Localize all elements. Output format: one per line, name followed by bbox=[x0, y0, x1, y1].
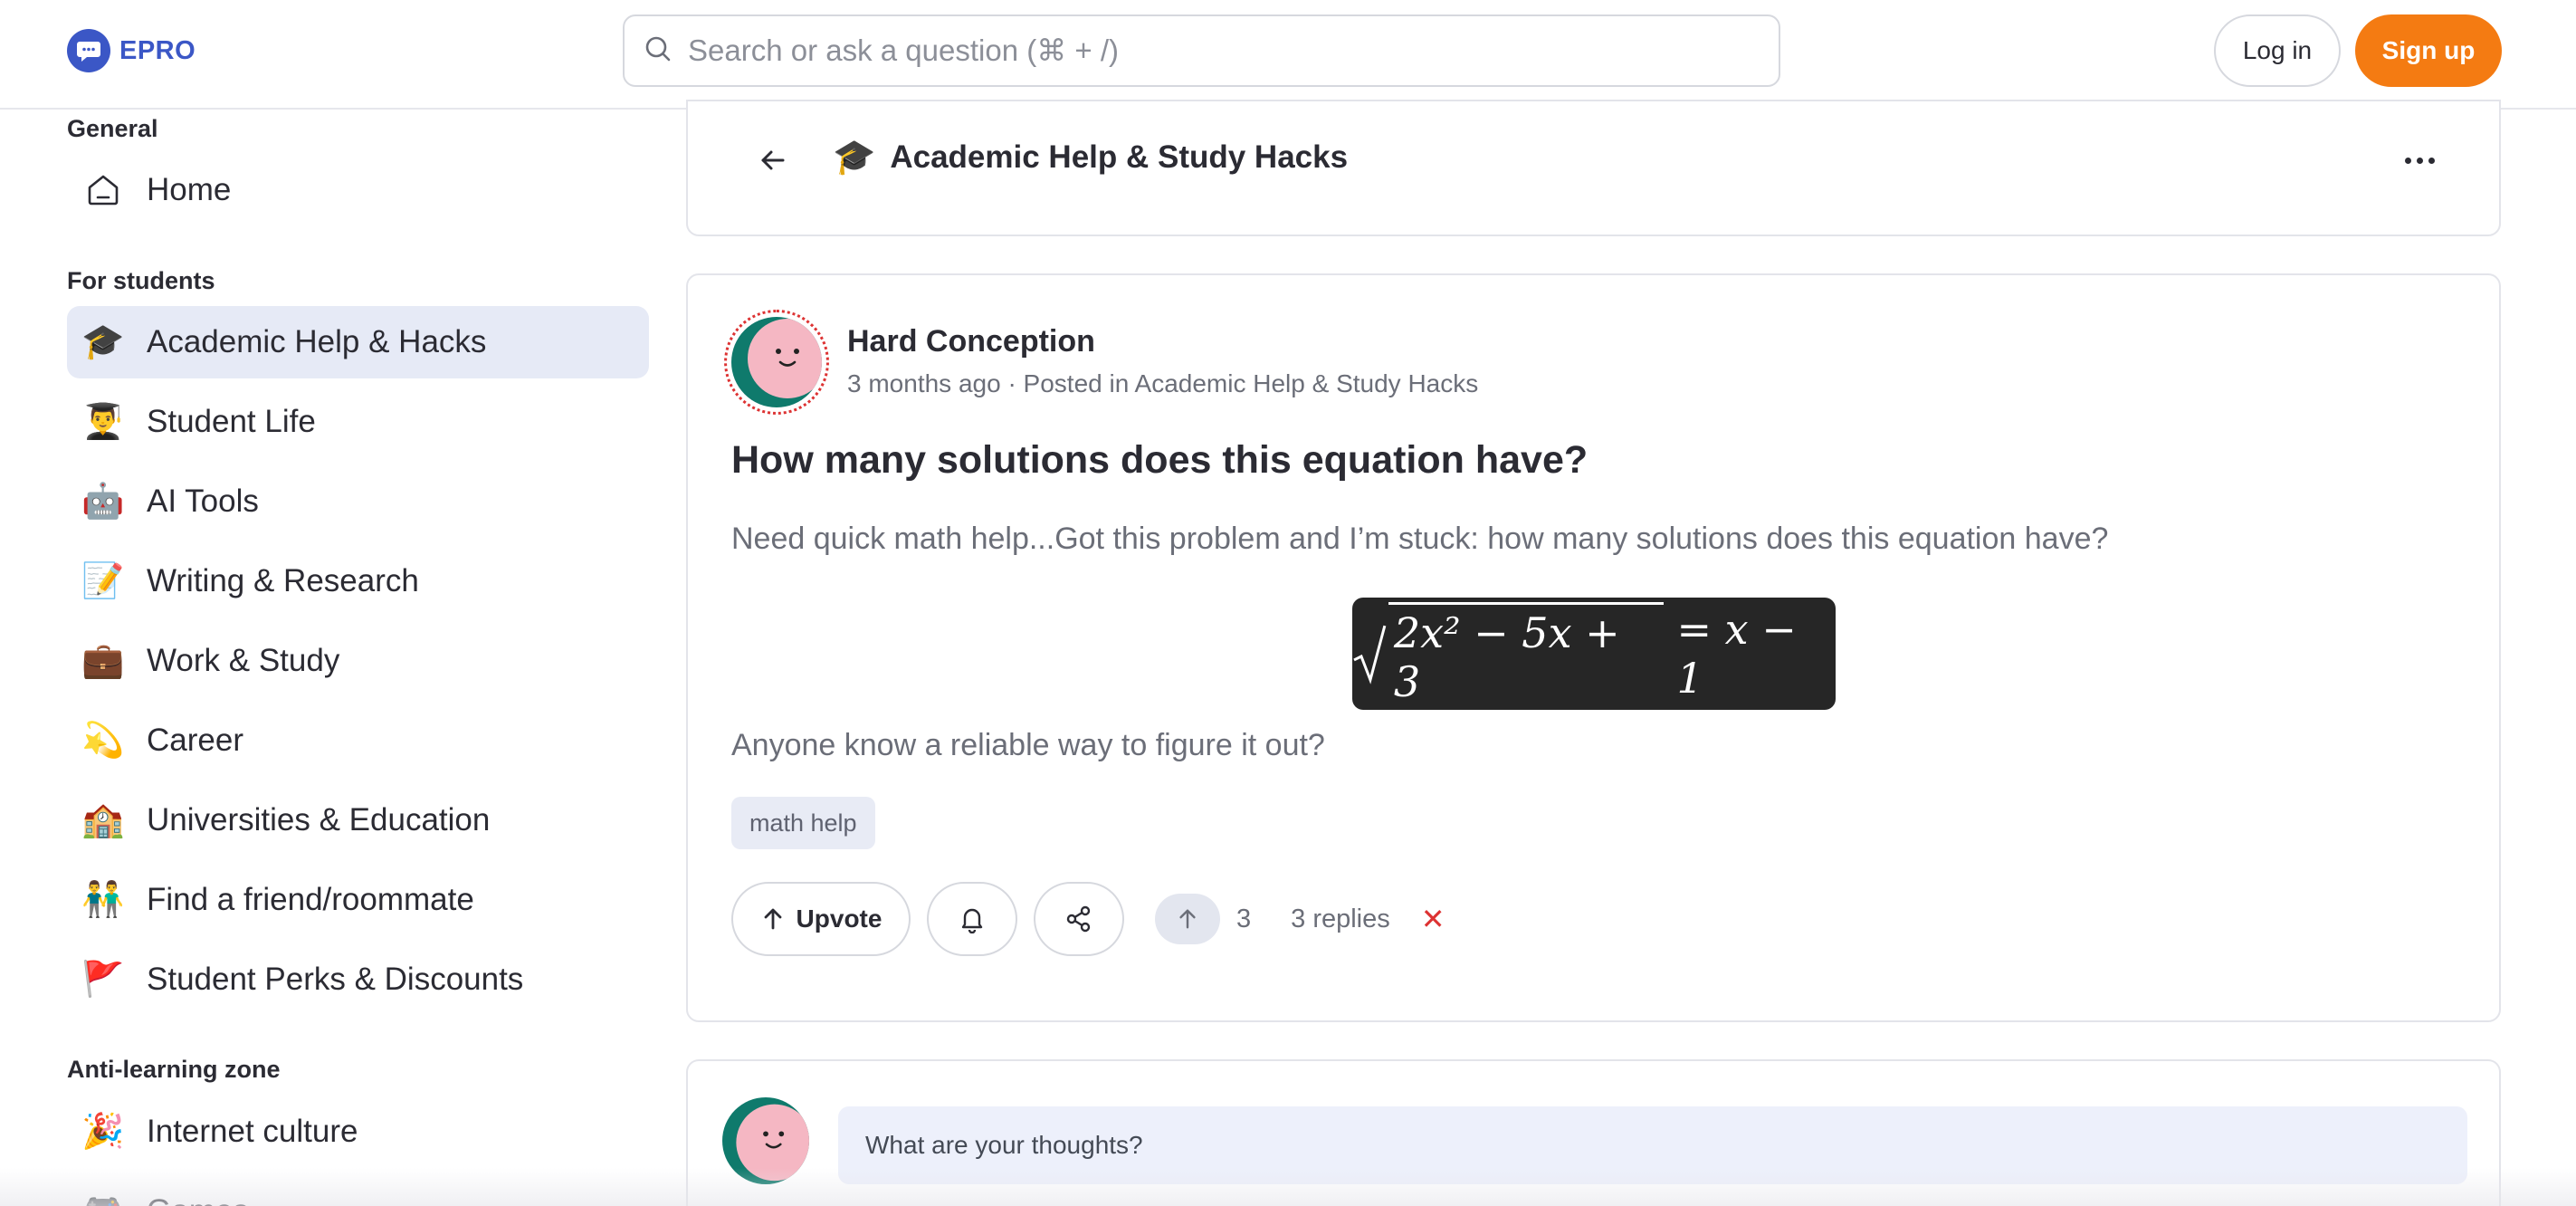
student-icon: 👨‍🎓 bbox=[81, 403, 125, 441]
sidebar-item-label: Home bbox=[147, 172, 232, 207]
post-body-followup: Anyone know a reliable way to figure it … bbox=[731, 728, 1325, 762]
share-icon bbox=[1066, 905, 1091, 933]
arrow-up-icon bbox=[764, 908, 781, 930]
sidebar-item-ai-tools[interactable]: 🤖 AI Tools bbox=[67, 465, 649, 538]
sidebar-item-work-study[interactable]: 💼 Work & Study bbox=[67, 625, 649, 697]
equation-rhs: = x − 1 bbox=[1676, 605, 1797, 703]
logo-chat-icon bbox=[67, 29, 110, 72]
user-avatar bbox=[722, 1097, 809, 1184]
more-options-icon[interactable] bbox=[2394, 135, 2445, 186]
search-icon bbox=[644, 35, 672, 67]
school-icon: 🏫 bbox=[81, 801, 125, 839]
comment-composer bbox=[686, 1059, 2501, 1206]
sidebar-item-home[interactable]: Home bbox=[67, 154, 649, 226]
dizzy-star-icon: 💫 bbox=[81, 722, 125, 760]
sidebar-item-label: Academic Help & Hacks bbox=[147, 324, 487, 359]
sidebar-item-label: Work & Study bbox=[147, 643, 340, 678]
sidebar-section-anti-learning: Anti-learning zone bbox=[67, 1056, 281, 1083]
two-people-icon: 👬 bbox=[81, 881, 125, 919]
graduation-cap-icon: 🎓 bbox=[833, 139, 876, 177]
sidebar-section-students: For students bbox=[67, 267, 215, 294]
login-button[interactable]: Log in bbox=[2214, 14, 2341, 87]
robot-icon: 🤖 bbox=[81, 483, 125, 521]
bell-icon bbox=[961, 908, 983, 933]
equation-image: 2x² − 5x + 3 = x − 1 bbox=[1352, 598, 1836, 710]
home-icon bbox=[81, 168, 125, 212]
post-meta: 3 months ago · Posted in Academic Help &… bbox=[847, 369, 1479, 397]
vote-indicator[interactable] bbox=[1155, 894, 1220, 944]
replies-link[interactable]: 3 replies bbox=[1291, 904, 1390, 934]
sidebar-item-label: Universities & Education bbox=[147, 802, 491, 838]
comment-input[interactable] bbox=[838, 1106, 2467, 1184]
post-actions: Upvote 3 3 replies ✕ bbox=[731, 882, 1445, 956]
sidebar-item-academic-help[interactable]: 🎓 Academic Help & Hacks bbox=[67, 306, 649, 378]
logo-text: EPRO bbox=[119, 35, 196, 65]
sidebar-item-student-perks[interactable]: 🚩 Student Perks & Discounts bbox=[67, 943, 649, 1016]
sidebar-item-label: Writing & Research bbox=[147, 563, 419, 598]
briefcase-icon: 💼 bbox=[81, 642, 125, 680]
vote-count: 3 bbox=[1236, 904, 1252, 933]
square-root-sign bbox=[1353, 625, 1387, 684]
sidebar-section-general: General bbox=[67, 115, 158, 142]
community-title: 🎓 Academic Help & Study Hacks bbox=[833, 138, 1348, 177]
author-avatar[interactable] bbox=[724, 310, 829, 415]
logo[interactable]: EPRO bbox=[67, 29, 196, 72]
search-bar[interactable] bbox=[623, 14, 1780, 87]
sidebar-item-label: Games bbox=[147, 1193, 249, 1206]
sidebar-item-career[interactable]: 💫 Career bbox=[67, 704, 649, 777]
arrow-up-icon bbox=[1179, 909, 1196, 929]
upvote-button[interactable]: Upvote bbox=[731, 882, 911, 956]
sidebar-item-label: AI Tools bbox=[147, 483, 259, 519]
sidebar: General Home For students 🎓 Academic Hel… bbox=[0, 110, 670, 1206]
sidebar-item-universities[interactable]: 🏫 Universities & Education bbox=[67, 784, 649, 857]
share-button[interactable] bbox=[1034, 882, 1124, 956]
top-bar: EPRO Log in Sign up bbox=[0, 0, 2576, 110]
sidebar-item-find-friend[interactable]: 👬 Find a friend/roommate bbox=[67, 864, 649, 936]
back-arrow-icon[interactable] bbox=[748, 135, 798, 186]
sidebar-item-label: Internet culture bbox=[147, 1114, 358, 1149]
sidebar-item-label: Student Life bbox=[147, 404, 316, 439]
search-input[interactable] bbox=[688, 34, 1729, 68]
sidebar-item-label: Student Perks & Discounts bbox=[147, 962, 524, 997]
sidebar-item-internet-culture[interactable]: 🎉 Internet culture bbox=[67, 1096, 649, 1168]
party-popper-icon: 🎉 bbox=[81, 1113, 125, 1151]
sidebar-item-games[interactable]: 🎮 Games bbox=[67, 1175, 649, 1206]
sidebar-item-label: Find a friend/roommate bbox=[147, 882, 474, 917]
sidebar-item-writing-research[interactable]: 📝 Writing & Research bbox=[67, 545, 649, 617]
signup-button[interactable]: Sign up bbox=[2355, 14, 2502, 87]
game-controller-icon: 🎮 bbox=[81, 1190, 125, 1206]
sidebar-item-label: Career bbox=[147, 723, 243, 758]
memo-icon: 📝 bbox=[81, 562, 125, 600]
post-title: How many solutions does this equation ha… bbox=[731, 438, 1589, 482]
red-flag-icon: 🚩 bbox=[81, 961, 125, 999]
post-card: Hard Conception 3 months ago · Posted in… bbox=[686, 273, 2501, 1022]
author-name[interactable]: Hard Conception bbox=[847, 324, 1095, 359]
community-title-text: Academic Help & Study Hacks bbox=[890, 139, 1349, 175]
equation-radicand: 2x² − 5x + 3 bbox=[1388, 601, 1665, 706]
post-body: Need quick math help...Got this problem … bbox=[731, 522, 2109, 556]
notify-button[interactable] bbox=[927, 882, 1017, 956]
graduation-cap-icon: 🎓 bbox=[81, 323, 125, 361]
close-icon[interactable]: ✕ bbox=[1421, 902, 1445, 936]
community-header: 🎓 Academic Help & Study Hacks bbox=[686, 100, 2501, 236]
tag-math-help[interactable]: math help bbox=[731, 797, 875, 849]
upvote-label: Upvote bbox=[796, 904, 883, 933]
sidebar-item-student-life[interactable]: 👨‍🎓 Student Life bbox=[67, 386, 649, 458]
